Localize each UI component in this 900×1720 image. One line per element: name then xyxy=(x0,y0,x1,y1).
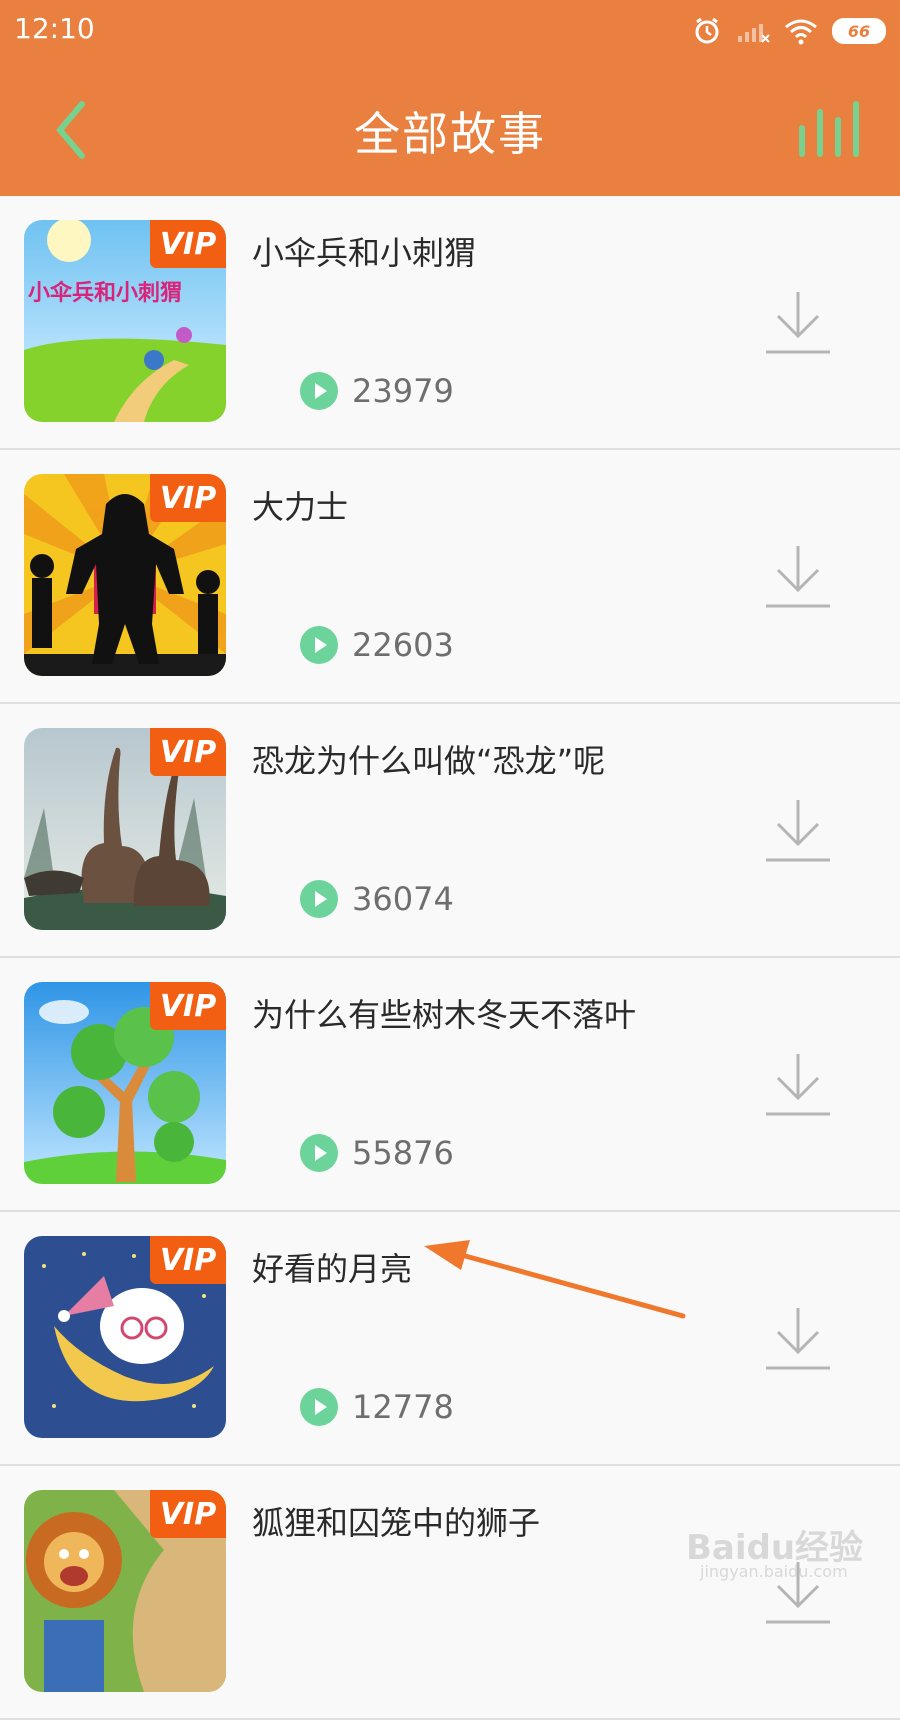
download-icon xyxy=(766,800,830,862)
download-button[interactable] xyxy=(762,288,834,358)
story-item[interactable]: VIP 大力士 22603 xyxy=(0,450,900,704)
story-thumbnail[interactable]: VIP xyxy=(24,1490,226,1692)
play-count-value: 55876 xyxy=(352,1134,454,1172)
status-time: 12:10 xyxy=(14,12,95,45)
download-icon xyxy=(766,1054,830,1116)
play-count: 23979 xyxy=(300,372,454,410)
play-icon[interactable] xyxy=(300,880,338,918)
vip-badge: VIP xyxy=(150,728,226,776)
vip-badge: VIP xyxy=(150,1490,226,1538)
story-thumbnail[interactable]: VIP xyxy=(24,1236,226,1438)
battery-indicator: 66 xyxy=(832,18,886,44)
story-list: 小伞兵和小刺猬 VIP 小伞兵和小刺猬 23979 VIP 大力士 22603 … xyxy=(0,196,900,1720)
play-icon[interactable] xyxy=(300,626,338,664)
vip-badge: VIP xyxy=(150,1236,226,1284)
download-icon xyxy=(766,1308,830,1370)
story-title[interactable]: 恐龙为什么叫做“恐龙”呢 xyxy=(252,736,605,782)
status-icons: 66 xyxy=(692,14,886,48)
story-thumbnail[interactable]: VIP xyxy=(24,474,226,676)
story-item[interactable]: VIP 狐狸和囚笼中的狮子 xyxy=(0,1466,900,1720)
svg-text:小伞兵和小刺猬: 小伞兵和小刺猬 xyxy=(28,280,182,306)
story-item[interactable]: 小伞兵和小刺猬 VIP 小伞兵和小刺猬 23979 xyxy=(0,196,900,450)
story-title[interactable]: 狐狸和囚笼中的狮子 xyxy=(252,1498,540,1544)
download-button[interactable] xyxy=(762,1050,834,1120)
vip-badge: VIP xyxy=(150,474,226,522)
story-item[interactable]: VIP 好看的月亮 12778 xyxy=(0,1212,900,1466)
play-count-value: 12778 xyxy=(352,1388,454,1426)
story-thumbnail[interactable]: 小伞兵和小刺猬 VIP xyxy=(24,220,226,422)
story-title[interactable]: 小伞兵和小刺猬 xyxy=(252,228,476,274)
page-title: 全部故事 xyxy=(354,107,546,161)
vip-badge: VIP xyxy=(150,982,226,1030)
alarm-icon xyxy=(695,17,719,44)
equalizer-icon xyxy=(799,101,859,157)
download-button[interactable] xyxy=(762,1304,834,1374)
play-count-value: 22603 xyxy=(352,626,454,664)
story-title[interactable]: 大力士 xyxy=(252,482,348,528)
play-count: 55876 xyxy=(300,1134,454,1172)
download-icon xyxy=(766,292,830,354)
story-title[interactable]: 好看的月亮 xyxy=(252,1244,412,1290)
download-button[interactable] xyxy=(762,542,834,612)
vip-badge: VIP xyxy=(150,220,226,268)
play-icon[interactable] xyxy=(300,1388,338,1426)
app-bar: 12:10 66 全部故事 xyxy=(0,0,900,196)
play-count: 12778 xyxy=(300,1388,454,1426)
signal-x-icon xyxy=(738,24,770,43)
play-count-value: 36074 xyxy=(352,880,454,918)
play-count: 22603 xyxy=(300,626,454,664)
play-icon[interactable] xyxy=(300,1134,338,1172)
play-count: 36074 xyxy=(300,880,454,918)
player-equalizer-button[interactable] xyxy=(796,98,866,160)
download-button[interactable] xyxy=(762,796,834,866)
download-icon xyxy=(766,546,830,608)
baidu-watermark-url: jingyan.baidu.com xyxy=(700,1562,848,1581)
wifi-icon xyxy=(785,19,817,45)
story-item[interactable]: VIP 为什么有些树木冬天不落叶 55876 xyxy=(0,958,900,1212)
story-title[interactable]: 为什么有些树木冬天不落叶 xyxy=(252,990,636,1036)
story-thumbnail[interactable]: VIP xyxy=(24,728,226,930)
story-thumbnail[interactable]: VIP xyxy=(24,982,226,1184)
play-count-value: 23979 xyxy=(352,372,454,410)
story-item[interactable]: VIP 恐龙为什么叫做“恐龙”呢 36074 xyxy=(0,704,900,958)
play-icon[interactable] xyxy=(300,372,338,410)
